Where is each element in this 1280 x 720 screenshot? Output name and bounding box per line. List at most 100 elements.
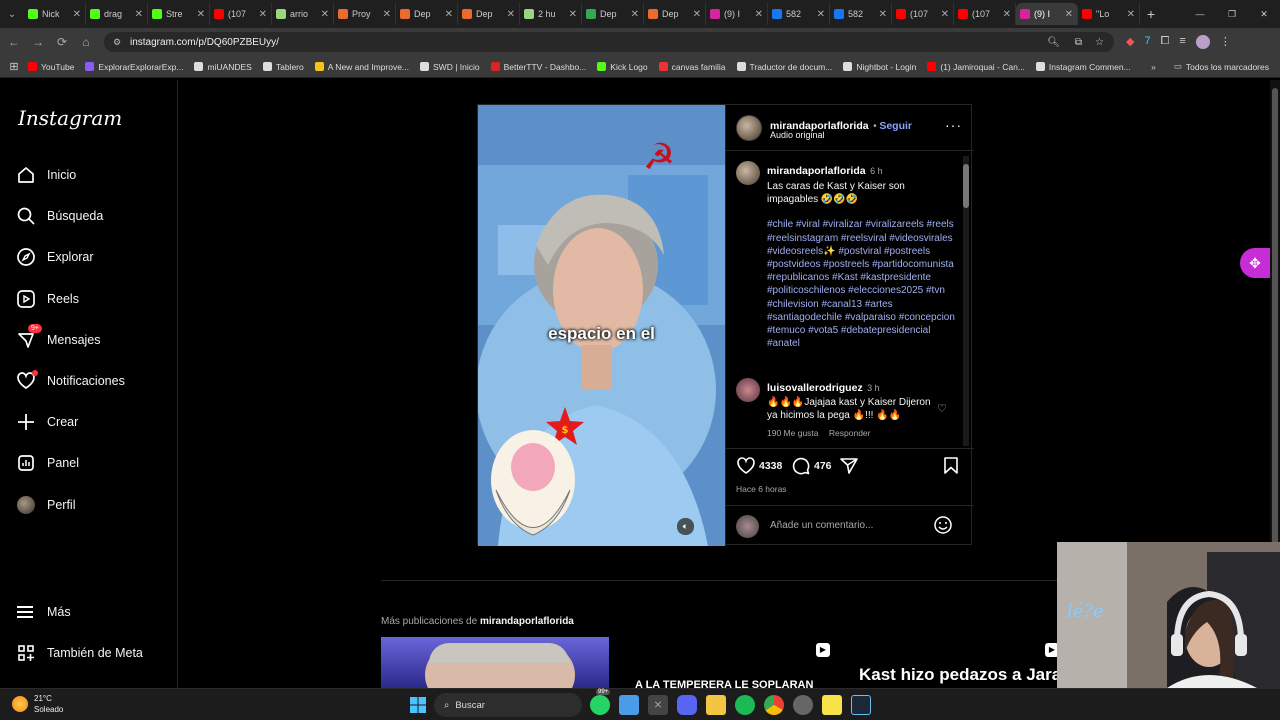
comment-like-heart-icon[interactable]: ♡ xyxy=(937,402,947,415)
instagram-logo[interactable]: Instagram xyxy=(18,106,122,130)
chrome-menu-icon[interactable]: ⋮ xyxy=(1220,35,1231,49)
sidebar-item-crear[interactable]: Crear xyxy=(16,412,78,432)
tab-close-icon[interactable]: ✕ xyxy=(259,9,267,20)
sidebar-item-explorar[interactable]: Explorar xyxy=(16,247,94,267)
spotify-icon[interactable] xyxy=(735,695,755,715)
tab-close-icon[interactable]: ✕ xyxy=(135,9,143,20)
more-post-thumb[interactable]: ▶ Kast hizo pedazos a Jara xyxy=(841,637,1061,688)
bookmarks-overflow-icon[interactable]: » xyxy=(1151,62,1156,72)
tab-close-icon[interactable]: ✕ xyxy=(445,9,453,20)
tab-close-icon[interactable]: ✕ xyxy=(631,9,639,20)
tab-close-icon[interactable]: ✕ xyxy=(569,9,577,20)
reply-button[interactable]: Responder xyxy=(829,428,871,438)
browser-tab[interactable]: (9) I ✕ xyxy=(1016,3,1078,25)
notepad-icon[interactable] xyxy=(619,695,639,715)
excel-icon[interactable]: ⨯ xyxy=(648,695,668,715)
file-explorer-icon[interactable] xyxy=(706,695,726,715)
extension-fox-icon[interactable]: ◆ xyxy=(1126,35,1134,49)
sidebar-item-perfil[interactable]: Perfil xyxy=(16,495,75,515)
share-icon[interactable] xyxy=(839,457,859,480)
browser-tab[interactable]: "Lo ✕ xyxy=(1078,3,1140,25)
settings-gear-icon[interactable] xyxy=(793,695,813,715)
all-bookmarks-folder[interactable]: ▭ Todos los marcadores xyxy=(1174,61,1269,72)
reel-video[interactable]: ☭ $ espacio en el 🔈︎ xyxy=(478,105,725,546)
more-posts-username[interactable]: mirandaporlaflorida xyxy=(480,616,574,627)
browser-tab[interactable]: Dep ✕ xyxy=(458,3,520,25)
extension-7tv-icon[interactable]: 7 xyxy=(1144,35,1150,49)
bookmark-item[interactable]: Kick Logo xyxy=(597,62,648,72)
profile-avatar-icon[interactable] xyxy=(1195,35,1210,49)
more-post-thumb[interactable] xyxy=(381,637,609,688)
browser-tab[interactable]: (107 ✕ xyxy=(892,3,954,25)
comments-scrollbar[interactable] xyxy=(963,156,969,446)
tab-close-icon[interactable]: ✕ xyxy=(755,9,763,20)
bookmark-item[interactable]: BetterTTV - Dashbo... xyxy=(490,62,586,72)
bookmark-item[interactable]: SWD | Inicio xyxy=(420,62,480,72)
browser-tab[interactable]: drag ✕ xyxy=(86,3,148,25)
floating-extension-button[interactable]: ✥ xyxy=(1240,248,1270,278)
audio-label[interactable]: Audio original xyxy=(770,130,825,140)
comment-count[interactable]: 476 xyxy=(814,460,832,472)
sidebar-item-panel[interactable]: Panel xyxy=(16,453,79,473)
bookmark-item[interactable]: Tablero xyxy=(262,62,304,72)
address-bar[interactable]: ⚙ instagram.com/p/DQ60PZBEUyy/ 🔍︎ ⧉ ☆ xyxy=(104,32,1114,52)
tab-close-icon[interactable]: ✕ xyxy=(1003,9,1011,20)
save-bookmark-icon[interactable] xyxy=(943,457,959,480)
sidebar-item-mensajes[interactable]: 9+ Mensajes xyxy=(16,323,101,350)
chrome-icon[interactable] xyxy=(764,695,784,715)
bookmark-item[interactable]: A New and Improve... xyxy=(314,62,409,72)
tab-close-icon[interactable]: ✕ xyxy=(1127,9,1135,20)
tab-close-icon[interactable]: ✕ xyxy=(73,9,81,20)
back-arrow-icon[interactable]: ← xyxy=(2,35,26,49)
browser-tab[interactable]: (107 ✕ xyxy=(954,3,1016,25)
comment-bubble-icon[interactable] xyxy=(792,457,810,480)
tab-search-icon[interactable]: ⌄ xyxy=(0,9,24,20)
new-tab-button[interactable]: + xyxy=(1140,6,1162,22)
sidebar-item-inicio[interactable]: Inicio xyxy=(16,165,76,185)
caption-hashtags[interactable]: #chile #viral #viralizar #viralizareels … xyxy=(767,218,957,350)
zoom-icon[interactable]: 🔍︎ xyxy=(1047,37,1060,48)
tab-close-icon[interactable]: ✕ xyxy=(507,9,515,20)
sidebar-item-busqueda[interactable]: Búsqueda xyxy=(16,206,103,226)
bookmark-star-icon[interactable]: ☆ xyxy=(1095,37,1104,48)
bookmark-item[interactable]: Traductor de docum... xyxy=(736,62,832,72)
caption-username[interactable]: mirandaporlaflorida xyxy=(767,165,866,177)
sidebar-item-notificaciones[interactable]: Notificaciones xyxy=(16,370,125,391)
home-button-icon[interactable]: ⌂ xyxy=(74,35,98,49)
browser-tab[interactable]: Dep ✕ xyxy=(396,3,458,25)
like-count[interactable]: 4338 xyxy=(759,460,782,472)
tab-close-icon[interactable]: ✕ xyxy=(941,9,949,20)
follow-button[interactable]: Seguir xyxy=(879,120,912,132)
site-info-icon[interactable]: ⚙ xyxy=(113,37,121,48)
bookmark-item[interactable]: canvas familia xyxy=(658,62,726,72)
taskbar-search[interactable]: ⌕ Buscar xyxy=(434,693,582,717)
comment-username[interactable]: luisovallerodriguez xyxy=(767,382,863,394)
start-button[interactable] xyxy=(410,697,426,718)
tab-close-icon[interactable]: ✕ xyxy=(1065,9,1073,20)
browser-tab[interactable]: 582 ✕ xyxy=(768,3,830,25)
maximize-button[interactable]: ❐ xyxy=(1216,9,1248,20)
steam-icon[interactable] xyxy=(851,695,871,715)
tab-close-icon[interactable]: ✕ xyxy=(383,9,391,20)
browser-tab[interactable]: Proy ✕ xyxy=(334,3,396,25)
author-avatar[interactable] xyxy=(736,115,762,141)
browser-tab[interactable]: 2 hu ✕ xyxy=(520,3,582,25)
bookmark-item[interactable]: Nightbot - Login xyxy=(843,62,916,72)
tab-close-icon[interactable]: ✕ xyxy=(817,9,825,20)
browser-tab[interactable]: (9) I ✕ xyxy=(706,3,768,25)
minimize-button[interactable]: — xyxy=(1184,9,1216,19)
extensions-puzzle-icon[interactable]: ⧠ xyxy=(1161,35,1170,49)
emoji-icon[interactable] xyxy=(933,515,953,540)
post-timestamp[interactable]: Hace 6 horas xyxy=(736,484,787,494)
bookmark-item[interactable]: (1) Jamiroquai - Can... xyxy=(927,62,1025,72)
like-heart-icon[interactable] xyxy=(736,457,756,480)
bookmark-item[interactable]: Instagram Commen... xyxy=(1035,62,1131,72)
commenter-avatar[interactable] xyxy=(736,378,760,402)
bookmark-item[interactable]: YouTube xyxy=(28,62,74,72)
sticky-notes-icon[interactable] xyxy=(822,695,842,715)
bookmark-item[interactable]: ExplorarExplorarExp... xyxy=(85,62,183,72)
browser-tab[interactable]: Stre ✕ xyxy=(148,3,210,25)
browser-tab[interactable]: Dep ✕ xyxy=(644,3,706,25)
close-window-button[interactable]: ✕ xyxy=(1248,9,1280,20)
bookmark-item[interactable]: miUANDES xyxy=(194,62,252,72)
